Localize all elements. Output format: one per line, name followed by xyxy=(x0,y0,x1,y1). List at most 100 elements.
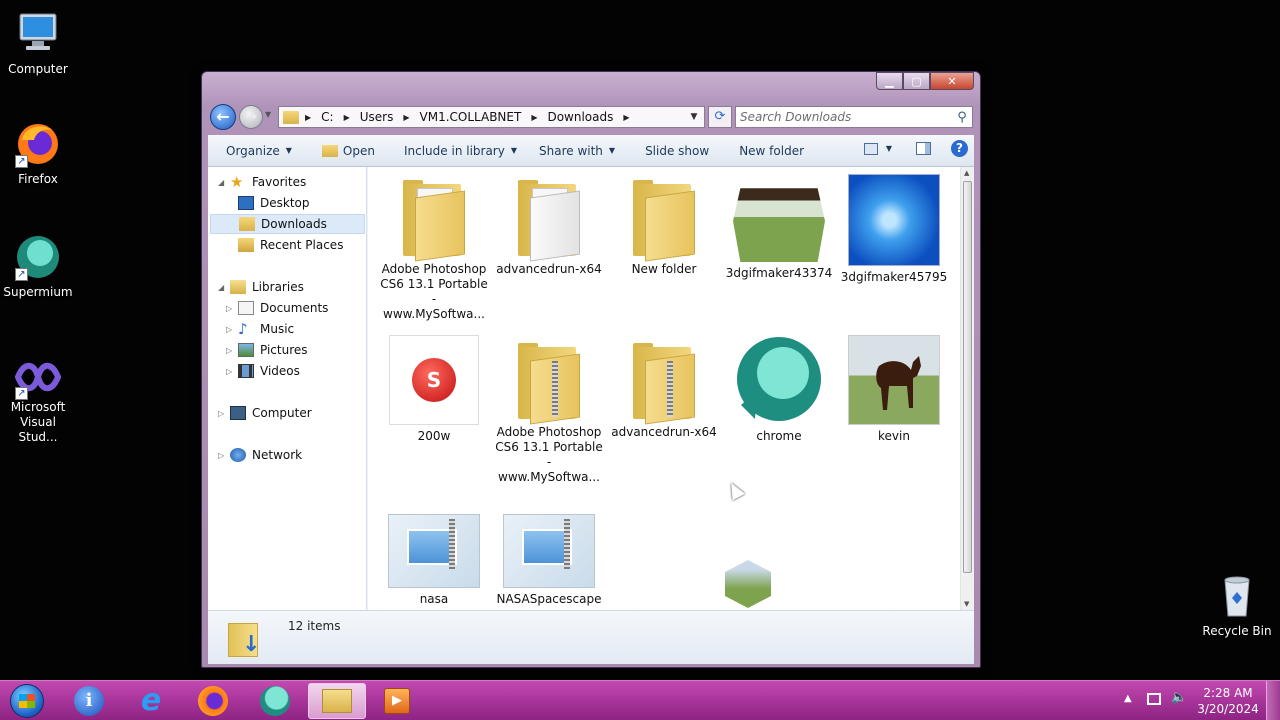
taskbar-supermium[interactable] xyxy=(248,683,302,719)
chevron-right-icon[interactable]: ▶ xyxy=(403,113,409,122)
desktop-icon-recycle-bin[interactable]: Recycle Bin xyxy=(1199,572,1275,639)
expand-arrow-icon[interactable]: ◢ xyxy=(218,178,230,187)
address-dropdown-icon[interactable]: ▼ xyxy=(684,112,704,122)
nav-computer[interactable]: ▷ Computer xyxy=(218,403,312,423)
desktop-icon-visual-studio[interactable]: ↗ Microsoft Visual Stud... xyxy=(0,358,76,445)
scroll-down-icon[interactable]: ▼ xyxy=(964,600,969,608)
collapse-arrow-icon[interactable]: ▷ xyxy=(226,304,238,313)
slide-show-button[interactable]: Slide show xyxy=(645,144,709,158)
breadcrumb-vm1[interactable]: VM1.COLLABNET xyxy=(420,110,522,124)
collapse-arrow-icon[interactable]: ▷ xyxy=(226,325,238,334)
address-bar[interactable]: ▶ C: ▶ Users ▶ VM1.COLLABNET ▶ Downloads… xyxy=(278,106,705,128)
horse-photo-thumbnail-icon xyxy=(848,335,940,425)
supermium-icon: ↗ xyxy=(14,233,62,281)
nav-libraries[interactable]: ◢ Libraries xyxy=(218,277,304,297)
recent-places-icon xyxy=(238,238,254,252)
share-with-button[interactable]: Share with ▼ xyxy=(539,144,615,158)
scrollbar-thumb[interactable] xyxy=(963,181,972,573)
videos-icon xyxy=(238,364,254,378)
nav-pictures[interactable]: ▷ Pictures xyxy=(226,340,308,360)
file-item[interactable]: advancedrun-x64 xyxy=(494,172,604,277)
main-content: ◢ ★ Favorites Desktop Downloads Recent Pla… xyxy=(208,167,974,610)
file-item[interactable]: 3dgifmaker45795 xyxy=(839,172,949,285)
search-icon[interactable]: ⚲ xyxy=(952,110,972,125)
search-input[interactable] xyxy=(740,110,952,124)
chevron-right-icon[interactable]: ▶ xyxy=(344,113,350,122)
help-icon[interactable]: ? xyxy=(951,140,968,157)
maximize-button[interactable]: ▢ xyxy=(903,72,930,90)
nav-music[interactable]: ▷ ♪ Music xyxy=(226,319,294,339)
file-label: NASASpacescape xyxy=(496,592,602,606)
taskbar: i e ▶ ▲ 🔈 2:28 AM 3/20/2024 xyxy=(0,680,1280,720)
chevron-down-icon[interactable]: ▼ xyxy=(886,144,892,153)
close-button[interactable]: ✕ xyxy=(930,72,974,90)
file-item[interactable]: nasa xyxy=(379,514,489,607)
nav-videos[interactable]: ▷ Videos xyxy=(226,361,300,381)
chevron-right-icon[interactable]: ▶ xyxy=(623,113,629,122)
breadcrumb-users[interactable]: Users xyxy=(360,110,394,124)
desktop-icon-firefox[interactable]: ↗ Firefox xyxy=(0,120,76,187)
new-folder-button[interactable]: New folder xyxy=(739,144,804,158)
show-desktop-button[interactable] xyxy=(1266,681,1280,720)
desktop-icon-supermium[interactable]: ↗ Supermium xyxy=(0,233,76,300)
explorer-window[interactable]: ▁ ▢ ✕ ← → ▼ ▶ C: ▶ Users ▶ VM1.COLLABNET… xyxy=(201,71,981,668)
show-hidden-icons-button[interactable]: ▲ xyxy=(1124,693,1132,704)
file-item[interactable]: NASASpacescape xyxy=(494,514,604,607)
file-item[interactable]: kevin xyxy=(839,335,949,444)
include-in-library-button[interactable]: Include in library ▼ xyxy=(404,144,517,158)
collapse-arrow-icon[interactable]: ▷ xyxy=(226,367,238,376)
collapse-arrow-icon[interactable]: ▷ xyxy=(226,346,238,355)
forward-button[interactable]: → xyxy=(239,105,263,129)
start-button[interactable] xyxy=(0,683,54,719)
vertical-scrollbar[interactable]: ▲ ▼ xyxy=(960,167,974,610)
nav-downloads[interactable]: Downloads xyxy=(210,214,365,234)
taskbar-media-player[interactable]: ▶ xyxy=(370,683,424,719)
horse-cube-thumbnail-icon xyxy=(733,188,825,262)
taskbar-file-explorer[interactable] xyxy=(308,683,366,719)
organize-button[interactable]: Organize ▼ xyxy=(226,144,292,158)
file-label: New folder xyxy=(631,262,697,276)
nav-favorites[interactable]: ◢ ★ Favorites xyxy=(218,172,306,192)
nav-documents[interactable]: ▷ Documents xyxy=(226,298,328,318)
file-item[interactable]: advancedrun-x64 xyxy=(609,335,719,440)
preview-pane-icon[interactable] xyxy=(916,142,931,155)
desktop-icon-computer[interactable]: Computer xyxy=(0,10,76,77)
search-box[interactable]: ⚲ xyxy=(735,106,973,128)
chevron-right-icon[interactable]: ▶ xyxy=(305,113,311,122)
file-item[interactable]: S 200w xyxy=(379,335,489,444)
nav-recent-places[interactable]: Recent Places xyxy=(238,235,343,255)
minimize-button[interactable]: ▁ xyxy=(876,72,903,90)
nav-label: Pictures xyxy=(260,343,308,357)
collapse-arrow-icon[interactable]: ▷ xyxy=(218,409,230,418)
file-item[interactable]: Adobe Photoshop CS6 13.1 Portable - www.… xyxy=(494,335,604,485)
file-item[interactable]: chrome xyxy=(724,335,834,444)
nav-desktop[interactable]: Desktop xyxy=(238,193,310,213)
recent-pages-dropdown-icon[interactable]: ▼ xyxy=(265,110,271,119)
taskbar-firefox[interactable] xyxy=(186,683,240,719)
action-center-icon[interactable] xyxy=(1147,693,1161,705)
organize-label: Organize xyxy=(226,143,280,158)
chevron-right-icon[interactable]: ▶ xyxy=(531,113,537,122)
refresh-button[interactable]: ⟳ xyxy=(708,106,732,128)
expand-arrow-icon[interactable]: ◢ xyxy=(218,283,230,292)
firefox-icon xyxy=(198,686,228,716)
scroll-up-icon[interactable]: ▲ xyxy=(964,169,969,177)
collapse-arrow-icon[interactable]: ▷ xyxy=(218,451,230,460)
back-button[interactable]: ← xyxy=(210,104,236,130)
breadcrumb-c[interactable]: C: xyxy=(321,110,333,124)
file-item[interactable]: Adobe Photoshop CS6 13.1 Portable - www.… xyxy=(379,172,489,322)
file-item[interactable]: 3dgifmaker43374 xyxy=(724,172,834,281)
breadcrumb-downloads[interactable]: Downloads xyxy=(547,110,613,124)
system-clock[interactable]: 2:28 AM 3/20/2024 xyxy=(1195,685,1261,717)
nav-network[interactable]: ▷ Network xyxy=(218,445,302,465)
taskbar-info-app[interactable]: i xyxy=(62,683,116,719)
open-button[interactable]: Open xyxy=(321,144,375,158)
file-label: kevin xyxy=(878,429,910,443)
file-item[interactable]: New folder xyxy=(609,172,719,277)
volume-muted-icon[interactable]: 🔈 xyxy=(1171,690,1187,705)
change-view-icon[interactable] xyxy=(863,142,878,155)
documents-icon xyxy=(238,301,254,315)
recycle-bin-icon xyxy=(1213,572,1261,620)
desktop-icon xyxy=(238,196,254,210)
taskbar-internet-explorer[interactable]: e xyxy=(124,683,178,719)
